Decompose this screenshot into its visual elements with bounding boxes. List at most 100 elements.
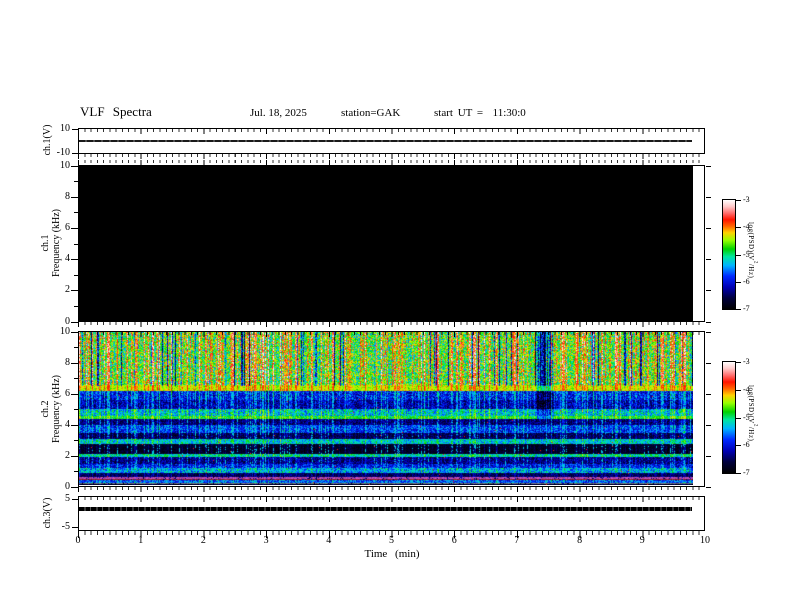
ch2-freq-minor-tick <box>74 440 78 441</box>
ch1-axis-label-line2: Frequency (kHz) <box>51 208 62 278</box>
x-major-ticks <box>78 332 705 337</box>
time-tick-label: 9 <box>639 535 645 546</box>
x-major-ticks <box>78 487 705 492</box>
panel-ch2-spectrogram <box>78 331 705 487</box>
colorbar1-tick-label: -7 <box>743 304 750 313</box>
colorbar1-tick <box>736 255 741 256</box>
figure-title: VLF Spectra <box>80 104 152 119</box>
ch1-freq-tick-right <box>706 228 711 229</box>
colorbar2-tick-label: -6 <box>743 440 750 450</box>
ch2-freq-tick-label: 4 <box>65 418 70 430</box>
time-tick-label: 5 <box>389 535 394 546</box>
x-major-ticks <box>78 322 705 327</box>
colorbar1-tick <box>736 227 741 228</box>
ch2-spectrogram-image <box>79 332 693 485</box>
time-tick-label: 7 <box>514 535 520 546</box>
ch2-freq-tick-label: 8 <box>65 356 70 368</box>
ch1-freq-minor-tick <box>74 244 78 245</box>
ch2-freq-minor-tick <box>74 347 78 348</box>
header-date: Jul. 18, 2025 <box>250 107 307 119</box>
x-major-ticks <box>78 154 705 159</box>
ch2-freq-tick-label: 6 <box>65 387 70 399</box>
colorbar1-tick-label: -3 <box>743 195 750 204</box>
x-major-ticks <box>78 497 705 502</box>
ch2-freq-tick <box>71 363 78 364</box>
ch2-freq-tick-right <box>706 487 711 488</box>
time-tick-label: 4 <box>326 535 332 546</box>
ch1-freq-tick-right <box>706 197 711 198</box>
ch2-freq-tick-label: 10 <box>60 325 70 337</box>
ch1v-tick-label-top: 10 <box>60 123 70 134</box>
ch1-spectrogram-image <box>79 166 693 321</box>
x-major-ticks <box>78 129 705 134</box>
ch1-freq-tick-label: 0 <box>65 315 70 327</box>
colorbar1-tick <box>736 200 741 201</box>
colorbar2-tick-label: -7 <box>743 468 750 477</box>
time-tick-label: 0 <box>75 535 81 546</box>
ch3v-tick-label-top: 5 <box>65 493 70 504</box>
colorbar2-tick-label: -4 <box>743 384 750 394</box>
ch1-freq-tick-label: 4 <box>65 253 70 265</box>
time-tick-label: 3 <box>263 535 269 546</box>
ch1-freq-minor-tick <box>74 306 78 307</box>
ch1-freq-tick-label: 10 <box>60 159 70 171</box>
ch1-axis-label-line1: ch.1 <box>40 234 51 252</box>
ch2-freq-minor-tick <box>74 471 78 472</box>
ch1-freq-tick-label: 2 <box>65 284 70 296</box>
colorbar1-tick <box>736 282 741 283</box>
ch2-freq-tick-label: 0 <box>65 480 70 492</box>
colorbar2-tick <box>736 445 741 446</box>
ch3-voltage-trace <box>79 507 692 511</box>
x-major-ticks <box>78 160 705 165</box>
ch1-freq-tick <box>71 259 78 260</box>
ch1v-tick <box>72 153 78 154</box>
ch2-freq-tick-right <box>706 332 711 333</box>
colorbar2-tick <box>736 362 741 363</box>
colorbar2-tick <box>736 473 741 474</box>
ch1-freq-tick <box>71 322 78 323</box>
ch2-freq-tick-right <box>706 425 711 426</box>
ch2-freq-minor-tick <box>74 409 78 410</box>
ch2-freq-tick-right <box>706 394 711 395</box>
ch1-freq-minor-tick <box>74 275 78 276</box>
ch2-freq-tick <box>71 487 78 488</box>
colorbar-ch1 <box>722 199 736 310</box>
time-tick-label: 1 <box>138 535 144 546</box>
ch2-freq-minor-tick <box>74 378 78 379</box>
ch1-voltage-trace <box>79 140 692 142</box>
ch1-freq-tick-label: 6 <box>65 221 70 233</box>
ch2-freq-tick <box>71 332 78 333</box>
colorbar1-tick-label: -6 <box>743 276 750 286</box>
time-axis-label: Time (min) <box>364 548 420 560</box>
ch2-freq-tick-label: 2 <box>65 449 70 461</box>
ch2-spectrogram-axis-label: ch.2 Frequency (kHz) <box>40 329 62 489</box>
header-station: station=GAK <box>341 107 401 119</box>
colorbar-label-post: /Hz) <box>747 426 755 442</box>
ch1-freq-tick <box>71 290 78 291</box>
ch3v-tick-label-bottom: -5 <box>61 521 70 532</box>
ch2-freq-tick <box>71 456 78 457</box>
ch3v-tick <box>72 499 78 500</box>
ch1-spectrogram-axis-label: ch.1 Frequency (kHz) <box>40 163 62 323</box>
ch1-freq-minor-tick <box>74 212 78 213</box>
ch3-voltage-axis-label: ch.3(V) <box>42 497 53 529</box>
ch2-axis-label-line1: ch.2 <box>40 400 51 418</box>
ch2-axis-label-line2: Frequency (kHz) <box>51 374 62 444</box>
time-tick-label: 8 <box>577 535 583 546</box>
ch2-freq-tick <box>71 425 78 426</box>
colorbar1-tick-label: -4 <box>743 222 750 232</box>
ch1-freq-tick-right <box>706 259 711 260</box>
ch1-freq-minor-tick <box>74 181 78 182</box>
ch1-freq-tick <box>71 197 78 198</box>
colorbar2-tick <box>736 418 741 419</box>
ch1v-tick <box>72 129 78 130</box>
time-tick-label: 10 <box>700 535 710 546</box>
colorbar1-tick-label: -5 <box>743 249 750 259</box>
time-tick-label: 2 <box>200 535 206 546</box>
time-tick-label: 6 <box>451 535 457 546</box>
panel-ch1-spectrogram <box>78 165 705 322</box>
ch3v-tick <box>72 527 78 528</box>
ch1v-tick-label-bottom: -10 <box>56 147 70 158</box>
ch1-freq-tick <box>71 228 78 229</box>
vlf-spectra-figure: VLF Spectra Jul. 18, 2025 station=GAK st… <box>0 0 792 612</box>
